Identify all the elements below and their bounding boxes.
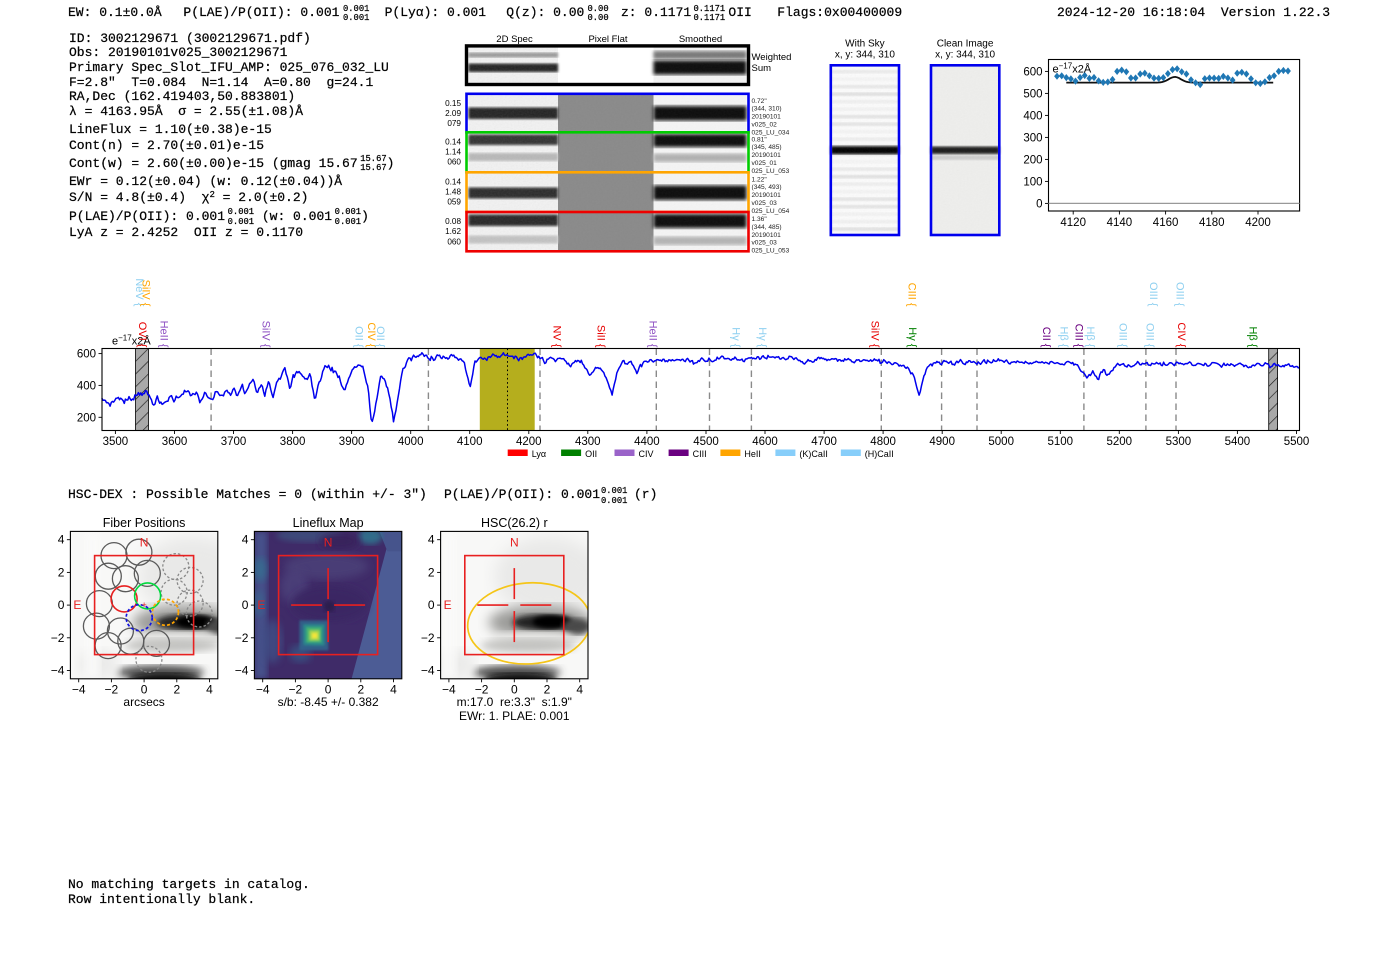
svg-text:−4: −4 bbox=[72, 682, 86, 696]
svg-text:m:17.0 re:3.3" s:1.9": m:17.0 re:3.3" s:1.9" bbox=[457, 695, 572, 709]
svg-text:−4: −4 bbox=[235, 664, 249, 678]
svg-text:4: 4 bbox=[576, 682, 583, 696]
svg-text:2: 2 bbox=[173, 682, 180, 696]
svg-text:2: 2 bbox=[58, 565, 65, 579]
svg-text:0: 0 bbox=[242, 598, 249, 612]
svg-text:0: 0 bbox=[58, 598, 65, 612]
svg-text:−2: −2 bbox=[421, 631, 435, 645]
svg-text:4: 4 bbox=[242, 533, 249, 547]
svg-text:N: N bbox=[510, 535, 519, 549]
svg-text:0: 0 bbox=[428, 598, 435, 612]
svg-text:s/b: -8.45 +/- 0.382: s/b: -8.45 +/- 0.382 bbox=[278, 695, 379, 709]
svg-text:Lineflux Map: Lineflux Map bbox=[293, 516, 364, 530]
svg-text:E: E bbox=[444, 598, 452, 612]
svg-text:4: 4 bbox=[58, 533, 65, 547]
svg-text:EWr: 1. PLAE: 0.001: EWr: 1. PLAE: 0.001 bbox=[459, 709, 570, 723]
svg-text:E: E bbox=[257, 598, 265, 612]
svg-text:−2: −2 bbox=[105, 682, 119, 696]
svg-text:E: E bbox=[73, 598, 81, 612]
svg-text:−4: −4 bbox=[442, 682, 456, 696]
svg-text:arcsecs: arcsecs bbox=[123, 695, 164, 709]
svg-text:−2: −2 bbox=[235, 631, 249, 645]
svg-text:N: N bbox=[140, 535, 149, 549]
svg-text:4: 4 bbox=[206, 682, 213, 696]
svg-text:4: 4 bbox=[390, 682, 397, 696]
svg-text:HSC(26.2) r: HSC(26.2) r bbox=[481, 516, 548, 530]
svg-text:−4: −4 bbox=[421, 664, 435, 678]
svg-text:−4: −4 bbox=[256, 682, 270, 696]
svg-text:−4: −4 bbox=[51, 664, 65, 678]
svg-text:4: 4 bbox=[428, 533, 435, 547]
svg-text:Fiber Positions: Fiber Positions bbox=[103, 516, 186, 530]
svg-text:−2: −2 bbox=[51, 631, 65, 645]
svg-text:2: 2 bbox=[242, 565, 249, 579]
svg-text:2: 2 bbox=[428, 565, 435, 579]
svg-text:+: + bbox=[141, 600, 146, 610]
svg-text:N: N bbox=[324, 535, 333, 549]
